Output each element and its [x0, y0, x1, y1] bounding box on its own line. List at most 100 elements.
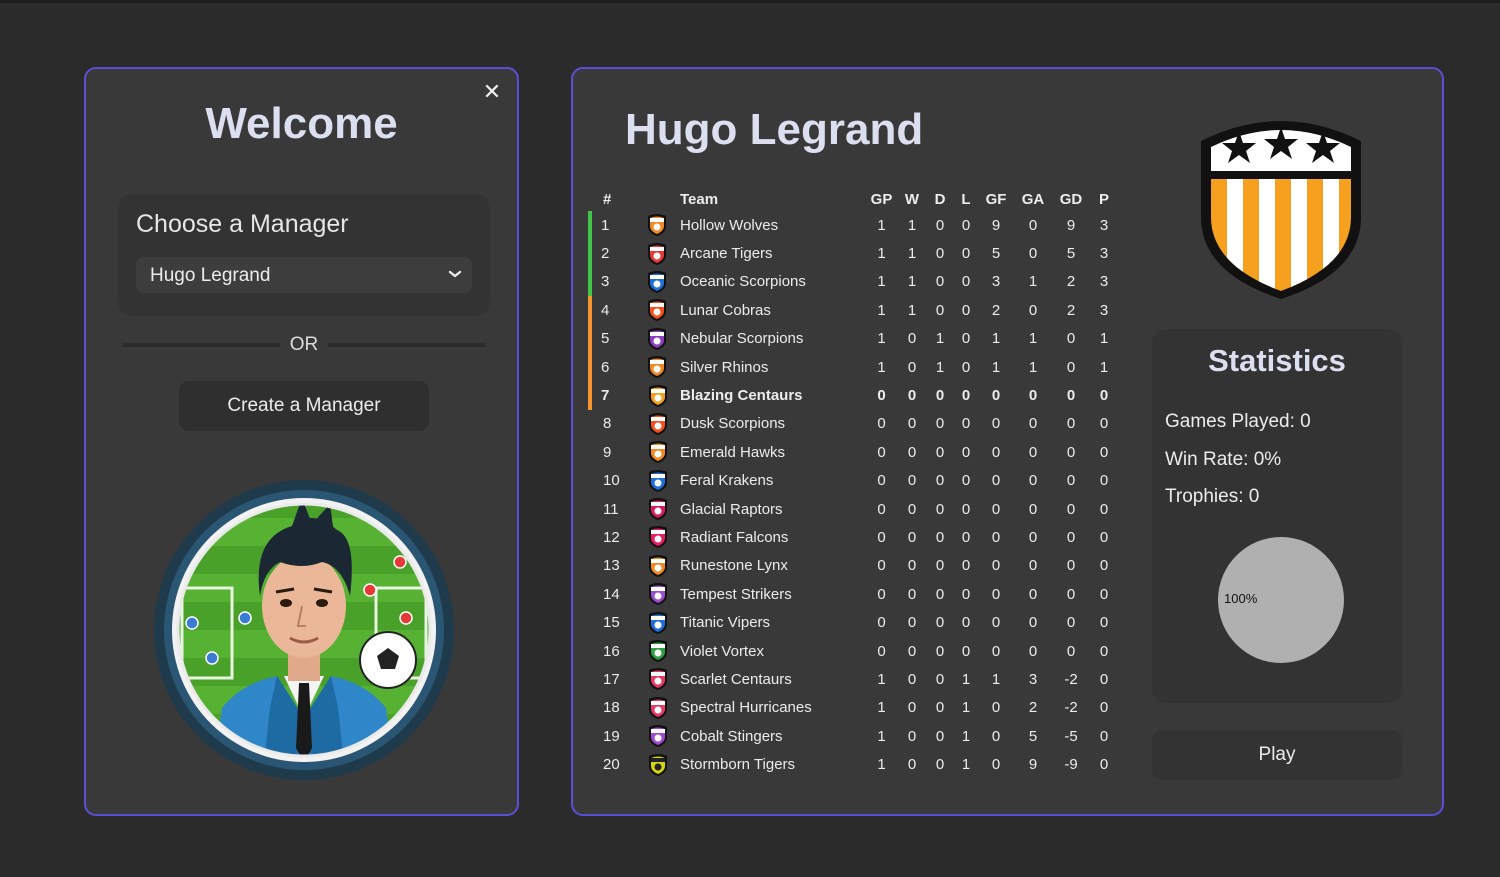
ga-cell: 0 [1028, 557, 1038, 575]
ga-cell: 3 [1028, 670, 1038, 688]
team-name-cell: Nebular Scorpions [680, 330, 804, 348]
ga-cell: 1 [1028, 358, 1038, 376]
play-button[interactable]: Play [1152, 730, 1402, 780]
ga-cell: 0 [1028, 585, 1038, 603]
position-cell: 13 [603, 557, 620, 575]
ga-cell: 0 [1028, 528, 1038, 546]
team-badge-cell [636, 438, 680, 466]
gd-cell: 9 [1066, 216, 1076, 234]
table-row[interactable]: 5 Nebular Scorpions 1 0 1 0 1 1 0 1 [588, 324, 1118, 353]
gp-cell: 0 [877, 415, 886, 433]
table-row[interactable]: 9 Emerald Hawks 0 0 0 0 0 0 0 0 [590, 438, 1118, 466]
header-team: Team [680, 190, 719, 208]
table-row[interactable]: 18 Spectral Hurricanes 1 0 0 1 0 2 -2 0 [590, 694, 1118, 722]
w-cell: 0 [907, 614, 917, 632]
gf-cell: 0 [991, 415, 1001, 433]
win-rate-pie-chart: 100% [1218, 537, 1344, 663]
table-row[interactable]: 3 Oceanic Scorpions 1 1 0 0 3 1 2 3 [588, 267, 1118, 297]
gd-cell: 2 [1066, 301, 1076, 319]
table-row[interactable]: 20 Stormborn Tigers 1 0 0 1 0 9 -9 0 [590, 750, 1118, 778]
team-badge-icon [649, 469, 667, 492]
w-cell: 0 [907, 756, 917, 774]
team-badge-cell [636, 467, 680, 495]
gd-cell: 0 [1066, 528, 1076, 546]
divider-line-right [328, 343, 486, 347]
d-cell: 1 [935, 330, 945, 348]
l-cell: 1 [961, 727, 971, 745]
header-p: P [1098, 190, 1109, 208]
gf-cell: 0 [991, 727, 1001, 745]
position-cell: 17 [603, 670, 620, 688]
gp-cell: 0 [877, 500, 886, 518]
d-cell: 0 [935, 756, 945, 774]
team-badge-icon [649, 611, 667, 634]
ga-cell: 0 [1028, 216, 1038, 234]
team-badge-cell [636, 722, 680, 750]
gp-cell: 0 [877, 528, 886, 546]
table-row[interactable]: 8 Dusk Scorpions 0 0 0 0 0 0 0 0 [590, 410, 1118, 438]
table-row[interactable]: 2 Arcane Tigers 1 1 0 0 5 0 5 3 [588, 239, 1118, 268]
w-cell: 0 [907, 699, 917, 717]
league-table-body: 1 Hollow Wolves 1 1 0 0 9 0 9 3 2 Arcane Tigers 1 1 0 0… [588, 211, 1118, 779]
table-row[interactable]: 12 Radiant Falcons 0 0 0 0 0 0 0 0 [590, 523, 1118, 551]
p-cell: 3 [1099, 301, 1109, 319]
gp-cell: 1 [877, 273, 886, 291]
manager-dropdown[interactable]: Hugo Legrand [136, 257, 472, 293]
gf-cell: 0 [991, 699, 1001, 717]
position-cell: 18 [603, 699, 620, 717]
gd-cell: 0 [1066, 472, 1076, 490]
team-badge-cell [636, 268, 680, 296]
position-cell: 6 [588, 352, 636, 382]
table-row[interactable]: 15 Titanic Vipers 0 0 0 0 0 0 0 0 [590, 608, 1118, 636]
table-row[interactable]: 7 Blazing Centaurs 0 0 0 0 0 0 0 0 [588, 381, 1118, 410]
l-cell: 0 [961, 443, 971, 461]
table-row[interactable]: 14 Tempest Strikers 0 0 0 0 0 0 0 0 [590, 580, 1118, 608]
d-cell: 0 [935, 670, 945, 688]
ga-cell: 0 [1028, 472, 1038, 490]
team-name-cell: Blazing Centaurs [680, 387, 803, 405]
p-cell: 0 [1099, 699, 1109, 717]
table-row[interactable]: 11 Glacial Raptors 0 0 0 0 0 0 0 0 [590, 495, 1118, 523]
team-name-cell: Silver Rhinos [680, 358, 769, 376]
table-row[interactable]: 17 Scarlet Centaurs 1 0 0 1 1 3 -2 0 [590, 665, 1118, 693]
table-row[interactable]: 6 Silver Rhinos 1 0 1 0 1 1 0 1 [588, 352, 1118, 382]
team-badge-icon [649, 412, 667, 435]
header-gp: GP [870, 190, 893, 208]
team-badge-icon [649, 725, 667, 748]
games-played-stat: Games Played: 0 [1165, 411, 1311, 432]
w-cell: 0 [907, 330, 917, 348]
d-cell: 0 [935, 557, 945, 575]
team-badge-cell [636, 580, 680, 608]
team-badge-icon [649, 668, 667, 691]
gp-cell: 0 [877, 614, 886, 632]
team-name-cell: Spectral Hurricanes [680, 699, 812, 717]
table-row[interactable]: 16 Violet Vortex 0 0 0 0 0 0 0 0 [590, 637, 1118, 665]
welcome-title: Welcome [205, 99, 398, 148]
team-name-cell: Violet Vortex [680, 642, 764, 660]
w-cell: 1 [907, 273, 917, 291]
gf-cell: 0 [991, 756, 1001, 774]
gf-cell: 0 [991, 528, 1001, 546]
table-row[interactable]: 19 Cobalt Stingers 1 0 0 1 0 5 -5 0 [590, 722, 1118, 750]
manager-dropdown-value: Hugo Legrand [150, 265, 271, 286]
team-badge-icon [648, 356, 666, 379]
window-top-edge [0, 0, 1500, 3]
statistics-card: Statistics Games Played: 0 Win Rate: 0% … [1152, 329, 1402, 703]
team-badge-icon [648, 299, 666, 322]
table-row[interactable]: 1 Hollow Wolves 1 1 0 0 9 0 9 3 [588, 211, 1118, 240]
l-cell: 0 [961, 245, 971, 263]
l-cell: 1 [961, 756, 971, 774]
team-badge-icon [649, 640, 667, 663]
p-cell: 1 [1099, 330, 1109, 348]
ga-cell: 1 [1028, 330, 1038, 348]
team-badge-cell [636, 637, 680, 665]
l-cell: 0 [961, 273, 971, 291]
table-row[interactable]: 13 Runestone Lynx 0 0 0 0 0 0 0 0 [590, 552, 1118, 580]
p-cell: 0 [1099, 642, 1109, 660]
create-manager-button[interactable]: Create a Manager [179, 381, 429, 431]
statistics-title: Statistics [1208, 343, 1346, 378]
table-row[interactable]: 4 Lunar Cobras 1 1 0 0 2 0 2 3 [588, 296, 1118, 325]
table-row[interactable]: 10 Feral Krakens 0 0 0 0 0 0 0 0 [590, 467, 1118, 495]
team-name-cell: Emerald Hawks [680, 443, 786, 461]
d-cell: 0 [935, 443, 945, 461]
